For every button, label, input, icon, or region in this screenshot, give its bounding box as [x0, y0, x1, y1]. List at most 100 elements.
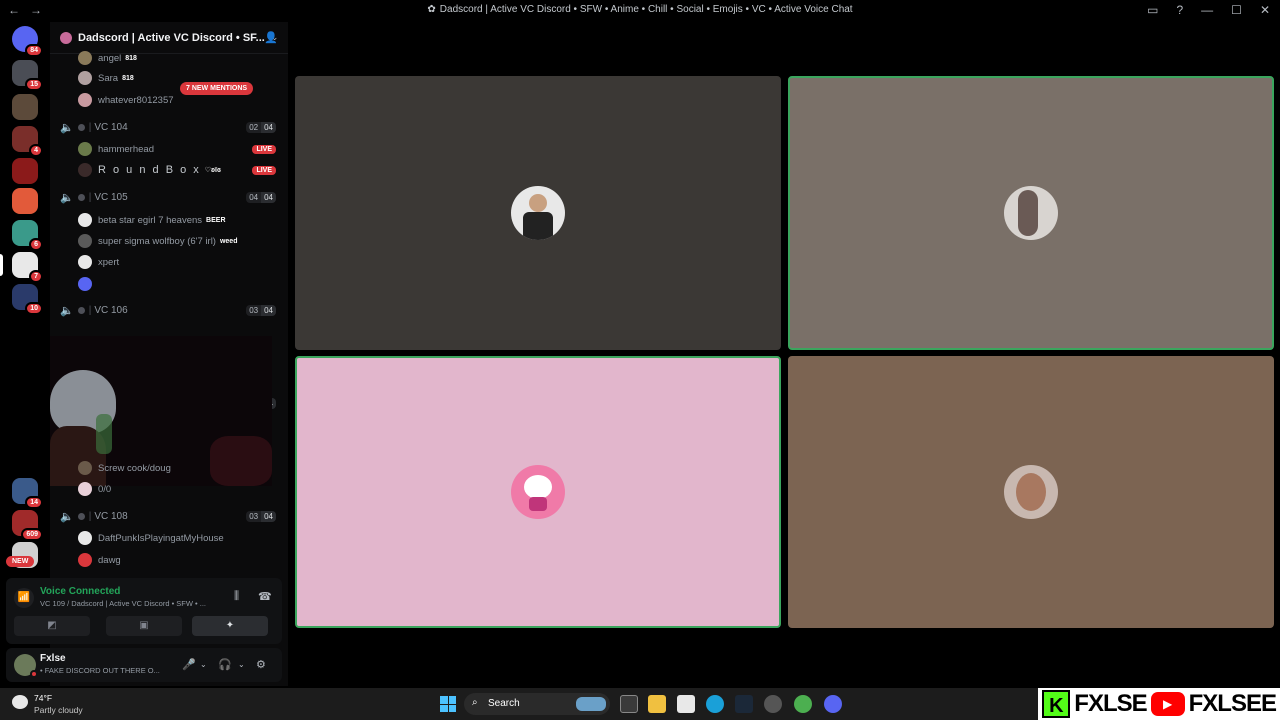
speaker-icon: 🔈: [60, 121, 74, 134]
server-item[interactable]: [12, 94, 38, 120]
headphones-icon[interactable]: 🎧: [218, 658, 232, 671]
avatar: [78, 531, 92, 545]
start-icon[interactable]: [440, 696, 456, 712]
user-count: 03 04: [246, 304, 276, 316]
avatar: [78, 51, 92, 65]
voice-user[interactable]: dawg: [50, 550, 288, 570]
voice-connected-panel: 📶 Voice Connected VC 109 / Dadscord | Ac…: [6, 578, 282, 644]
custom-status[interactable]: • FAKE DISCORD OUT THERE O...: [40, 666, 160, 675]
help-icon[interactable]: ?: [1176, 3, 1183, 17]
role-tag: 818: [122, 74, 134, 82]
voice-user[interactable]: 0/0: [50, 479, 288, 499]
participant-tile-speaking[interactable]: [788, 76, 1274, 350]
voice-user[interactable]: [50, 274, 288, 294]
voice-channel-vc105[interactable]: 🔈 | VC 105 04 04: [50, 187, 288, 207]
taskbar-search[interactable]: ⌕ Search: [464, 693, 610, 715]
server-item[interactable]: 609: [12, 510, 43, 541]
server-item[interactable]: 15: [12, 60, 43, 91]
discord-icon[interactable]: [824, 695, 842, 713]
voice-channel-vc106[interactable]: 🔈 | VC 106 03 04: [50, 300, 288, 320]
youtube-handle: FXLSEE: [1188, 690, 1277, 717]
streamer-branding: K FXLSE ▶ FXLSEE: [1038, 688, 1280, 720]
status-dot: [77, 123, 85, 131]
avatar: [78, 142, 92, 156]
signal-icon[interactable]: 📶: [14, 588, 34, 608]
status-dot: [77, 193, 85, 201]
server-item[interactable]: [12, 188, 38, 214]
dnd-status-icon: [30, 670, 38, 678]
avatar: [78, 71, 92, 85]
store-icon[interactable]: [677, 695, 695, 713]
role-tag: weed: [219, 237, 238, 245]
voice-user[interactable]: angel 818: [50, 48, 288, 68]
steam-icon[interactable]: [735, 695, 753, 713]
camera-off-button[interactable]: ◩: [14, 616, 90, 636]
participant-avatar: [511, 186, 565, 240]
voice-status[interactable]: Voice Connected: [40, 586, 120, 597]
server-item[interactable]: 10: [12, 284, 43, 315]
microphone-icon[interactable]: 🎤: [182, 658, 196, 671]
role-tag: 818: [125, 54, 137, 62]
search-icon: ⌕: [472, 697, 478, 708]
voice-user[interactable]: xpert: [50, 252, 288, 272]
avatar: [78, 255, 92, 269]
task-view-icon[interactable]: [620, 695, 638, 713]
voice-channel-vc104[interactable]: 🔈 | VC 104 02 04: [50, 117, 288, 137]
participant-tile-speaking[interactable]: [295, 356, 781, 628]
voice-user[interactable]: Screw cook/doug: [50, 458, 288, 478]
mention-badge: 4: [29, 144, 43, 157]
voice-user[interactable]: super sigma wolfboy (6'7 irl) weed: [50, 231, 288, 251]
username[interactable]: Fxlse: [40, 653, 66, 664]
mention-badge: 10: [25, 302, 43, 315]
user-count: 0404: [246, 191, 276, 203]
voice-video-stage: [288, 22, 1280, 686]
voice-location[interactable]: VC 109 / Dadscord | Active VC Discord • …: [40, 599, 206, 608]
participant-tile[interactable]: [295, 76, 781, 350]
mention-badge: 6: [29, 238, 43, 251]
voice-user[interactable]: whatever8012357: [50, 90, 288, 110]
mention-badge: 7: [29, 270, 43, 283]
window-title: ✿ Dadscord | Active VC Discord • SFW • An…: [427, 4, 853, 15]
voice-user[interactable]: DaftPunkIsPlayingatMyHouse: [50, 528, 288, 548]
server-icon: ✿: [427, 4, 436, 15]
voice-user[interactable]: beta star egirl 7 heavens BEER: [50, 210, 288, 230]
gear-icon[interactable]: ⚙: [256, 658, 266, 671]
file-explorer-icon[interactable]: [648, 695, 666, 713]
participant-avatar: [511, 465, 565, 519]
server-item[interactable]: 4: [12, 126, 43, 157]
guild-name: Dadscord | Active VC Discord • SF...: [78, 31, 265, 44]
invite-people-icon[interactable]: 👤: [264, 31, 278, 44]
server-item[interactable]: 14: [12, 478, 43, 509]
participant-tile[interactable]: [788, 356, 1274, 628]
mention-badge: 609: [21, 528, 43, 541]
participant-avatar: [1004, 186, 1058, 240]
search-highlight-image: [576, 697, 606, 711]
server-item-dadscord[interactable]: 7: [12, 252, 43, 283]
disconnect-icon[interactable]: ☎: [258, 590, 272, 603]
voice-user[interactable]: hammerhead LIVE: [50, 139, 288, 159]
live-badge: LIVE: [252, 144, 276, 154]
avatar: [78, 213, 92, 227]
title-bar: ← → ✿ Dadscord | Active VC Discord • SFW …: [0, 0, 1280, 22]
noise-suppression-icon[interactable]: ⫼: [234, 590, 239, 603]
server-item[interactable]: [12, 158, 38, 184]
chrome-icon[interactable]: [794, 695, 812, 713]
avatar: [78, 163, 92, 177]
minimize-icon[interactable]: —: [1201, 3, 1213, 17]
speaker-icon: 🔈: [60, 191, 74, 204]
dm-home-button[interactable]: 84: [12, 26, 43, 57]
server-item[interactable]: 6: [12, 220, 43, 251]
activities-button[interactable]: ✦: [192, 616, 268, 636]
edge-icon[interactable]: [706, 695, 724, 713]
maximize-icon[interactable]: ☐: [1231, 3, 1242, 17]
inbox-icon[interactable]: ▭: [1147, 3, 1158, 17]
close-icon[interactable]: ✕: [1260, 3, 1270, 17]
voice-channel-vc108[interactable]: 🔈 | VC 108 03 04: [50, 506, 288, 526]
screen-share-button[interactable]: ▣: [106, 616, 182, 636]
chevron-down-icon[interactable]: ⌄: [238, 660, 245, 669]
chevron-down-icon[interactable]: ⌄: [200, 660, 207, 669]
voice-user[interactable]: R o u n d B o x ♡ʚϊɞ LIVE: [50, 160, 288, 180]
window-controls: ▭ ? — ☐ ✕: [1147, 3, 1270, 17]
app-icon[interactable]: [764, 695, 782, 713]
temperature: 74°F: [34, 693, 53, 703]
